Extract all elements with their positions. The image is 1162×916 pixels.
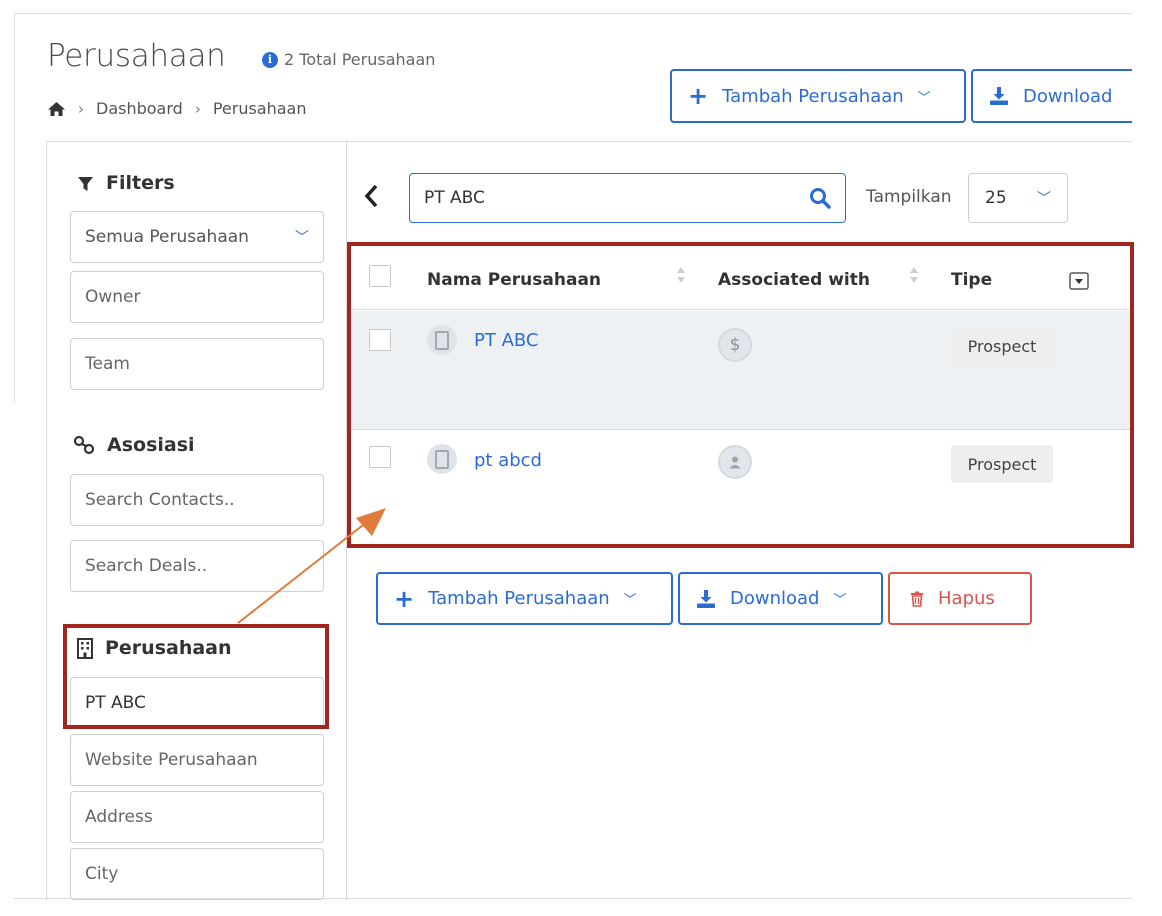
bottom-divider — [14, 898, 1132, 899]
annotation-arrow — [237, 508, 386, 624]
